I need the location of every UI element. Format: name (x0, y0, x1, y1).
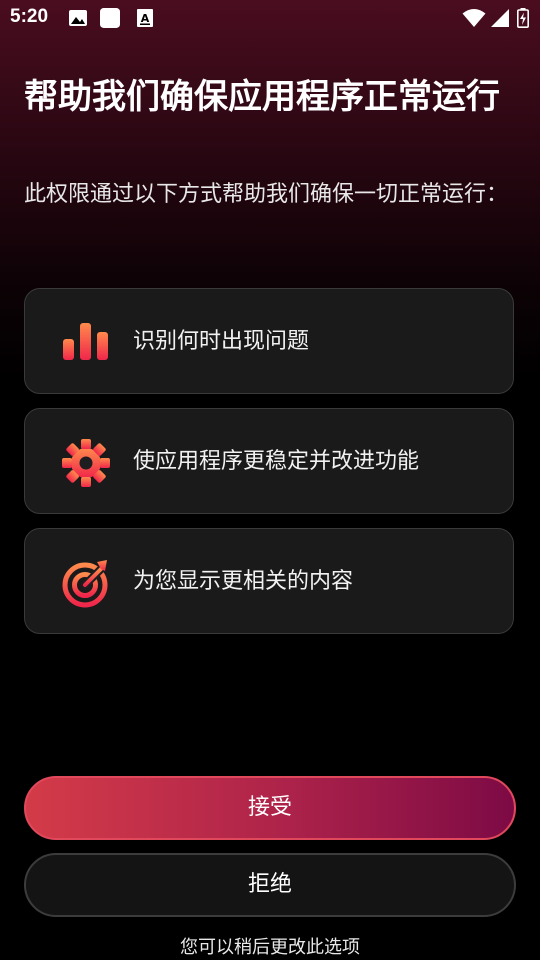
feature-card-identify-issues: 识别何时出现问题 (24, 288, 514, 394)
bar-chart-icon (63, 323, 108, 360)
svg-text:A: A (141, 12, 150, 25)
signal-icon (491, 9, 509, 27)
status-time: 5:20 (10, 6, 49, 27)
feature-card-stability: 使应用程序更稳定并改进功能 (24, 408, 514, 514)
battery-charging-icon (517, 8, 529, 28)
feature-label: 为您显示更相关的内容 (133, 569, 354, 594)
feature-label: 使应用程序更稳定并改进功能 (133, 449, 420, 474)
status-bar: 5:20 A (0, 0, 540, 36)
square-app-icon (100, 8, 120, 28)
reject-button[interactable]: 拒绝 (24, 853, 516, 917)
footer-note: 您可以稍后更改此选项 (180, 937, 360, 958)
gear-icon (62, 439, 110, 487)
feature-card-relevant-content: 为您显示更相关的内容 (24, 528, 514, 634)
font-a-icon: A (137, 9, 153, 27)
image-icon (69, 10, 87, 26)
page-subtitle: 此权限通过以下方式帮助我们确保一切正常运行： (24, 182, 509, 207)
page-title: 帮助我们确保应用程序正常运行 (24, 77, 500, 117)
feature-label: 识别何时出现问题 (133, 329, 310, 354)
target-icon (62, 560, 108, 608)
accept-button[interactable]: 接受 (24, 776, 516, 840)
wifi-icon (462, 9, 486, 27)
